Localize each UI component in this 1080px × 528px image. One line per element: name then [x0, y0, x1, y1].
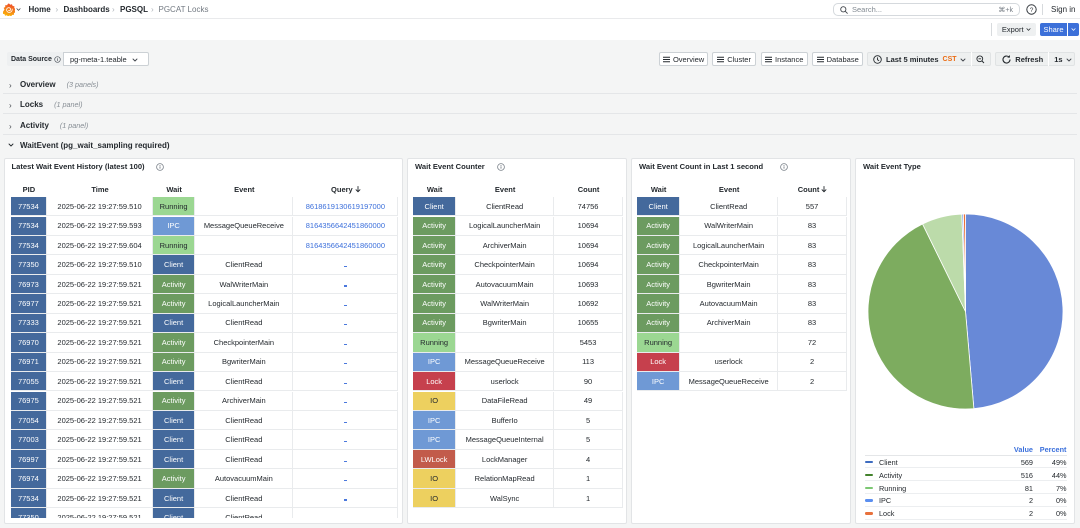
svg-text:?: ? [1030, 7, 1034, 14]
